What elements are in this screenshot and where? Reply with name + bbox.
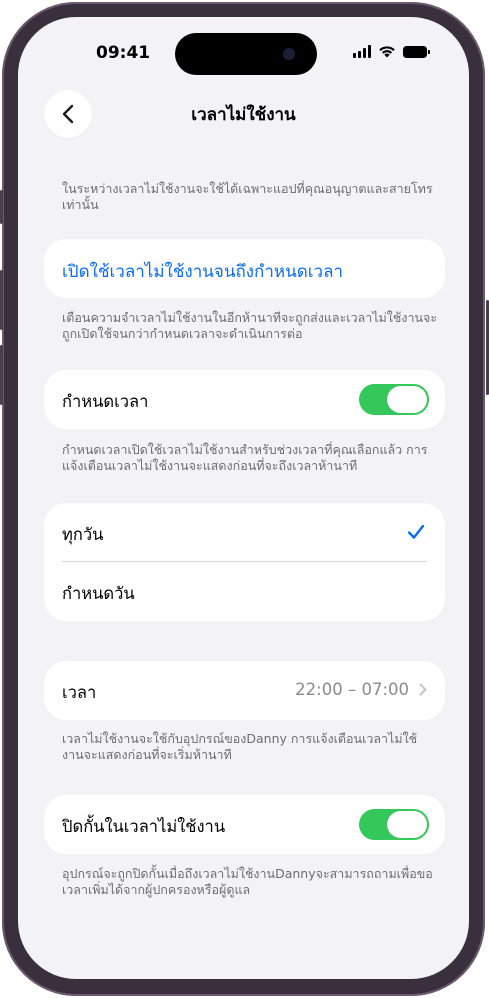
scheduled-note: กำหนดเวลาเปิดใช้เวลาไม่ใช้งานสำหรับช่วงเ…: [62, 442, 428, 473]
scheduled-card: กำหนดเวลา: [44, 370, 445, 429]
wifi-icon: [379, 46, 395, 58]
days-option-every-day[interactable]: ทุกวัน: [62, 522, 427, 548]
time-value-group: 22:00 – 07:00: [295, 680, 427, 699]
enable-until-schedule-note: เตือนความจำเวลาไม่ใช้งานในอีกห้านาทีจะถู…: [62, 310, 438, 341]
status-time: 09:41: [96, 43, 151, 63]
dynamic-island: [175, 33, 317, 75]
toggle-knob: [387, 386, 427, 413]
battery-icon: [403, 46, 430, 58]
time-card[interactable]: เวลา 22:00 – 07:00: [44, 661, 445, 720]
scheduled-toggle[interactable]: [359, 384, 429, 415]
page-title: เวลาไม่ใช้งาน: [191, 105, 296, 125]
every-day-label: ทุกวัน: [62, 525, 104, 544]
cellular-signal-icon: [353, 45, 371, 58]
days-option-customize[interactable]: กำหนดวัน: [62, 581, 427, 607]
time-note: เวลาไม่ใช้งานจะใช้กับอุปกรณ์ของDanny การ…: [62, 731, 418, 762]
volume-down-button: [0, 345, 3, 405]
enable-until-schedule-card[interactable]: เปิดใช้เวลาไม่ใช้งานจนถึงกำหนดเวลา: [44, 239, 445, 298]
block-at-downtime-note: อุปกรณ์จะถูกปิดกั้นเมื่อถึงเวลาไม่ใช้งาน…: [62, 866, 433, 897]
customize-label: กำหนดวัน: [62, 584, 135, 603]
screen: 09:41 เวลาไม่ใช้งาน ในระหว่างเวลาไม่ใช้ง…: [18, 17, 469, 979]
intro-note: ในระหว่างเวลาไม่ใช้งานจะใช้ได้เฉพาะแอปที…: [62, 181, 433, 212]
chevron-right-icon: [419, 683, 427, 696]
enable-until-schedule-link[interactable]: เปิดใช้เวลาไม่ใช้งานจนถึงกำหนดเวลา: [62, 258, 427, 285]
days-card: ทุกวัน กำหนดวัน: [44, 503, 445, 621]
checkmark-icon: [407, 524, 425, 539]
divider: [62, 561, 427, 562]
block-at-downtime-toggle[interactable]: [359, 809, 429, 840]
status-icons: [353, 45, 430, 58]
toggle-knob: [387, 811, 427, 838]
action-button: [0, 190, 3, 224]
volume-up-button: [0, 270, 3, 330]
camera-icon: [283, 48, 295, 60]
block-at-downtime-card: ปิดกั้นในเวลาไม่ใช้งาน: [44, 795, 445, 854]
time-range-value: 22:00 – 07:00: [295, 680, 409, 699]
